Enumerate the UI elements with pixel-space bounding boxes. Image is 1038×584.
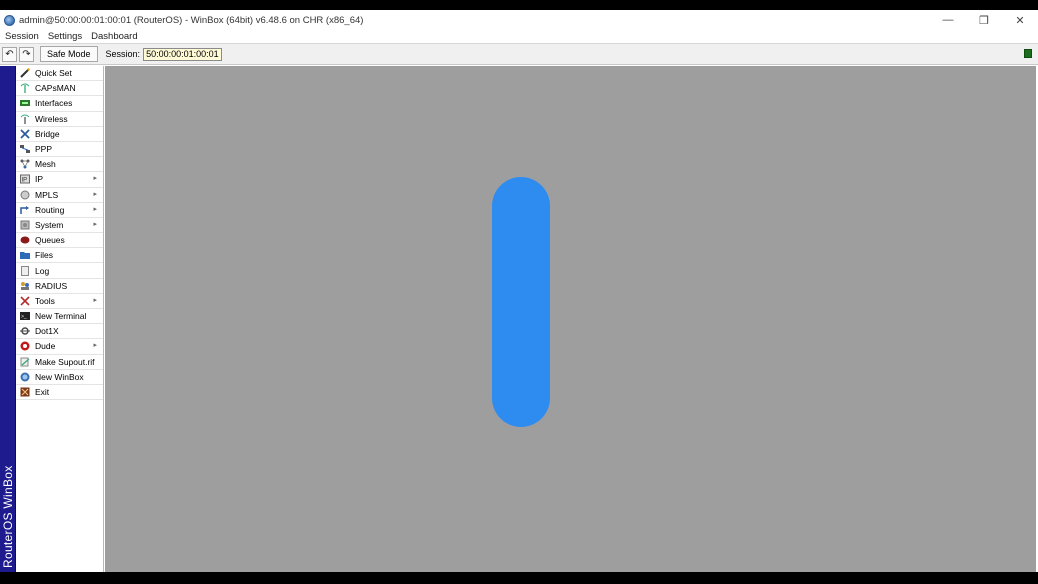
sidebar-item-label: Routing xyxy=(35,204,65,215)
svg-text:IP: IP xyxy=(22,178,28,184)
dot1x-icon xyxy=(20,326,30,336)
sidebar-item-quick-set[interactable]: Quick Set xyxy=(16,66,103,82)
close-button[interactable]: ✕ xyxy=(1002,10,1038,30)
sidebar-item-dude[interactable]: Dude ▸ xyxy=(16,339,103,355)
sidebar-item-label: Tools xyxy=(35,295,55,306)
sidebar-item-label: System xyxy=(35,219,64,230)
window-title: admin@50:00:00:01:00:01 (RouterOS) - Win… xyxy=(19,14,364,26)
sidebar-item-label: IP xyxy=(35,174,44,185)
brand-strip: RouterOS WinBox xyxy=(0,66,16,572)
sidebar-item-label: Bridge xyxy=(35,128,60,139)
submenu-arrow-icon: ▸ xyxy=(93,220,97,228)
minimize-button[interactable]: — xyxy=(930,10,966,30)
sidebar-item-label: Make Supout.rif xyxy=(35,356,95,367)
sidebar-item-tools[interactable]: Tools ▸ xyxy=(16,294,103,309)
menu-bar: Session Settings Dashboard xyxy=(0,30,1038,43)
antenna-icon xyxy=(20,83,30,94)
window-controls: — ❐ ✕ xyxy=(930,10,1038,30)
sidebar-item-new-winbox[interactable]: New WinBox xyxy=(16,370,103,385)
sidebar-item-label: Wireless xyxy=(35,113,68,124)
queues-icon xyxy=(20,235,30,245)
restore-button[interactable]: ❐ xyxy=(966,10,1002,30)
sidebar-item-label: CAPsMAN xyxy=(35,83,76,94)
winbox-window: admin@50:00:00:01:00:01 (RouterOS) - Win… xyxy=(0,10,1038,572)
sidebar-item-label: Interfaces xyxy=(35,98,73,109)
undo-button[interactable]: ↶ xyxy=(2,46,17,62)
main-menu: Quick Set CAPsMAN Interfaces Wireless Bridge… xyxy=(16,66,104,572)
sidebar-item-exit[interactable]: Exit xyxy=(16,385,103,401)
sidebar-item-ppp[interactable]: PPP xyxy=(16,142,103,158)
session-label: Session: xyxy=(105,49,141,59)
menu-dashboard[interactable]: Dashboard xyxy=(91,31,137,42)
log-icon xyxy=(20,265,30,276)
sidebar-item-label: Dot1X xyxy=(35,326,59,337)
mpls-icon xyxy=(20,190,30,200)
toolbar: ↶ ↷ Safe Mode Session: 50:00:00:01:00:01 xyxy=(0,43,1038,65)
submenu-arrow-icon: ▸ xyxy=(93,190,97,198)
ip-icon: IP xyxy=(20,174,30,184)
sidebar-item-queues[interactable]: Queues xyxy=(16,233,103,249)
radius-icon xyxy=(20,281,30,291)
folder-icon xyxy=(20,250,30,260)
supout-icon xyxy=(20,357,30,367)
winbox-app-icon xyxy=(4,14,15,26)
safe-mode-button[interactable]: Safe Mode xyxy=(40,46,98,62)
sidebar-item-label: New Terminal xyxy=(35,311,87,322)
sidebar-item-label: MPLS xyxy=(35,189,59,200)
sidebar-item-routing[interactable]: Routing ▸ xyxy=(16,203,103,218)
sidebar-item-label: Mesh xyxy=(35,159,56,170)
sidebar-item-label: PPP xyxy=(35,144,53,155)
mesh-icon xyxy=(20,159,30,169)
sidebar-item-label: RADIUS xyxy=(35,280,68,291)
system-icon xyxy=(20,220,30,230)
bridge-icon xyxy=(20,129,30,139)
submenu-arrow-icon: ▸ xyxy=(93,296,97,304)
winbox-icon xyxy=(20,372,30,382)
connection-status-indicator xyxy=(1024,49,1032,58)
session-field[interactable]: 50:00:00:01:00:01 xyxy=(143,47,222,61)
sidebar-item-interfaces[interactable]: Interfaces xyxy=(16,96,103,112)
interfaces-icon xyxy=(20,98,30,108)
workspace-area xyxy=(105,66,1036,572)
sidebar-item-dot1x[interactable]: Dot1X xyxy=(16,324,103,340)
sidebar-item-label: Dude xyxy=(35,341,56,352)
submenu-arrow-icon: ▸ xyxy=(93,175,97,183)
submenu-arrow-icon: ▸ xyxy=(93,205,97,213)
sidebar-item-label: Log xyxy=(35,265,50,276)
loading-indicator xyxy=(492,177,550,427)
sidebar-item-label: Quick Set xyxy=(35,68,72,79)
wireless-icon xyxy=(20,114,30,124)
ppp-icon xyxy=(20,144,30,154)
sidebar-item-bridge[interactable]: Bridge xyxy=(16,127,103,142)
routing-icon xyxy=(20,205,30,215)
title-bar: admin@50:00:00:01:00:01 (RouterOS) - Win… xyxy=(0,10,1038,30)
sidebar-item-mesh[interactable]: Mesh xyxy=(16,157,103,173)
sidebar-item-mpls[interactable]: MPLS ▸ xyxy=(16,188,103,203)
sidebar-item-wireless[interactable]: Wireless xyxy=(16,112,103,127)
brand-label: RouterOS WinBox xyxy=(1,465,15,568)
dude-icon xyxy=(20,341,30,351)
sidebar-item-capsman[interactable]: CAPsMAN xyxy=(16,81,103,97)
tools-icon xyxy=(20,296,30,306)
wand-icon xyxy=(20,68,30,78)
sidebar-item-files[interactable]: Files xyxy=(16,248,103,264)
svg-text:>_: >_ xyxy=(21,314,27,320)
terminal-icon: >_ xyxy=(20,311,30,321)
sidebar-item-label: Queues xyxy=(35,235,65,246)
sidebar-item-log[interactable]: Log xyxy=(16,263,103,279)
sidebar-item-label: New WinBox xyxy=(35,371,84,382)
redo-button[interactable]: ↷ xyxy=(19,46,34,62)
sidebar-item-new-terminal[interactable]: >_ New Terminal xyxy=(16,309,103,325)
menu-session[interactable]: Session xyxy=(5,31,39,42)
sidebar-item-ip[interactable]: IP IP ▸ xyxy=(16,172,103,188)
exit-icon xyxy=(20,387,30,397)
sidebar-item-label: Files xyxy=(35,250,53,261)
menu-settings[interactable]: Settings xyxy=(48,31,82,42)
sidebar-item-radius[interactable]: RADIUS xyxy=(16,279,103,294)
sidebar-item-system[interactable]: System ▸ xyxy=(16,218,103,234)
sidebar-item-label: Exit xyxy=(35,387,50,398)
sidebar-item-make-supout-rif[interactable]: Make Supout.rif xyxy=(16,355,103,370)
submenu-arrow-icon: ▸ xyxy=(93,342,97,350)
